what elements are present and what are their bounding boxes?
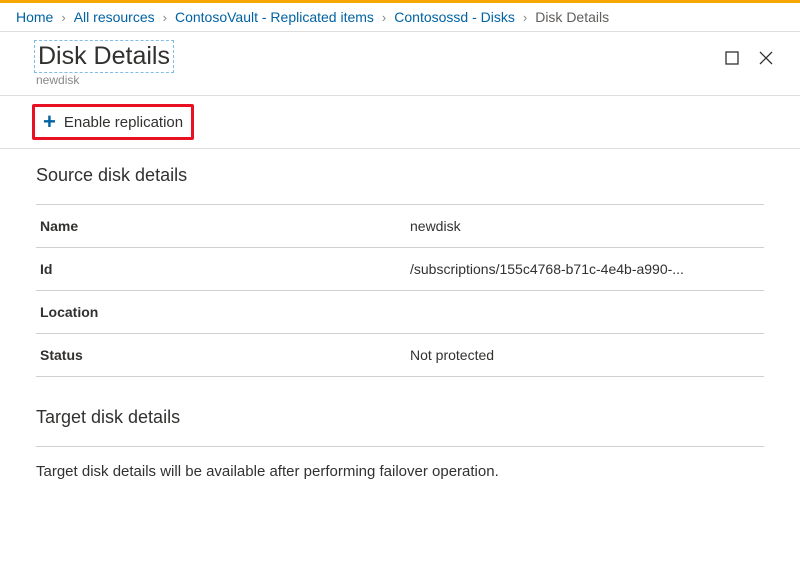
enable-replication-label: Enable replication xyxy=(64,114,183,131)
row-value-name: newdisk xyxy=(410,218,461,234)
target-message: Target disk details will be available af… xyxy=(36,446,764,480)
breadcrumb-disks[interactable]: Contosossd - Disks xyxy=(394,9,515,25)
table-row: Name newdisk xyxy=(36,204,764,247)
row-key-name: Name xyxy=(40,218,410,234)
plus-icon: + xyxy=(43,111,56,133)
toolbar: + Enable replication xyxy=(0,96,800,149)
row-key-status: Status xyxy=(40,347,410,363)
breadcrumb-vault[interactable]: ContosoVault - Replicated items xyxy=(175,9,374,25)
breadcrumb-current: Disk Details xyxy=(535,9,609,25)
target-section-title: Target disk details xyxy=(36,407,764,428)
page-subtitle: newdisk xyxy=(36,73,172,87)
row-key-location: Location xyxy=(40,304,410,320)
table-row: Status Not protected xyxy=(36,333,764,377)
source-section-title: Source disk details xyxy=(36,165,764,186)
source-details-table: Name newdisk Id /subscriptions/155c4768-… xyxy=(36,204,764,377)
page-title: Disk Details xyxy=(36,42,172,71)
chevron-right-icon: › xyxy=(161,10,169,25)
table-row: Id /subscriptions/155c4768-b71c-4e4b-a99… xyxy=(36,247,764,290)
row-key-id: Id xyxy=(40,261,410,277)
close-icon[interactable] xyxy=(758,50,774,66)
breadcrumb: Home › All resources › ContosoVault - Re… xyxy=(0,3,800,32)
restore-window-icon[interactable] xyxy=(724,50,740,66)
blade-header: Disk Details newdisk xyxy=(0,32,800,96)
breadcrumb-all-resources[interactable]: All resources xyxy=(74,9,155,25)
enable-replication-button[interactable]: + Enable replication xyxy=(32,104,194,140)
breadcrumb-home[interactable]: Home xyxy=(16,9,53,25)
table-row: Location xyxy=(36,290,764,333)
row-value-status: Not protected xyxy=(410,347,494,363)
chevron-right-icon: › xyxy=(59,10,67,25)
chevron-right-icon: › xyxy=(521,10,529,25)
chevron-right-icon: › xyxy=(380,10,388,25)
row-value-id: /subscriptions/155c4768-b71c-4e4b-a990-.… xyxy=(410,261,684,277)
